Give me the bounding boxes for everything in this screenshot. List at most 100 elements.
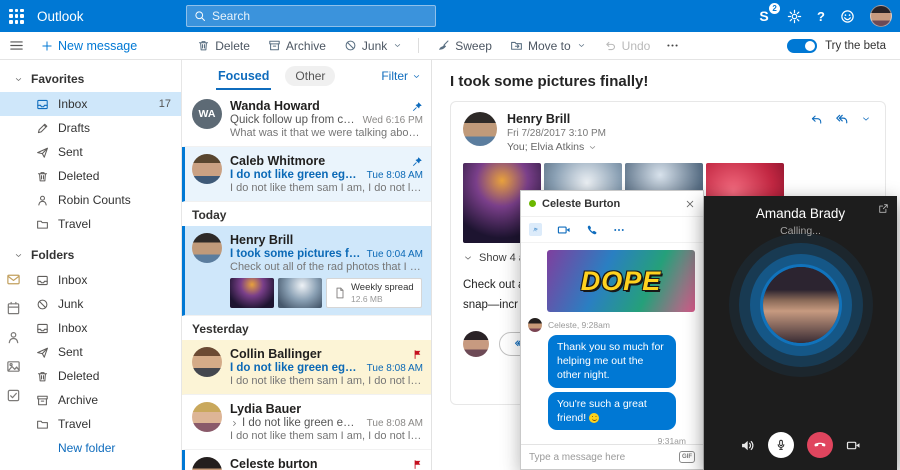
chevron-down-icon: [463, 253, 473, 263]
new-folder-button[interactable]: New folder: [0, 436, 181, 460]
folders-section-header[interactable]: Folders: [0, 236, 181, 268]
delete-button[interactable]: Delete: [197, 39, 250, 53]
sidebar-item-robin-counts[interactable]: Robin Counts: [0, 188, 181, 212]
pop-out-icon[interactable]: [878, 203, 889, 214]
brand-title: Outlook: [37, 9, 84, 24]
phone-hangup-icon: [812, 437, 829, 454]
more-options-icon[interactable]: [613, 224, 625, 236]
add-person-icon[interactable]: [529, 223, 542, 236]
message-list-pane: Focused Other Filter WA Wanda Howard Qui…: [182, 60, 432, 470]
message-row-lydia-bauer[interactable]: Lydia Bauer I do not like green eggs and…: [182, 395, 431, 450]
beta-toggle[interactable]: [787, 39, 817, 53]
chevron-down-icon: [14, 251, 23, 260]
sidebar-folder-sent[interactable]: Sent: [0, 340, 181, 364]
sidebar-folder-deleted[interactable]: Deleted: [0, 364, 181, 388]
search-input[interactable]: [212, 9, 428, 23]
unread-count: 17: [159, 98, 171, 110]
skype-icon[interactable]: S2: [756, 8, 772, 24]
sidebar-folder-junk[interactable]: Junk: [0, 292, 181, 316]
trash-icon: [197, 39, 210, 52]
flag-icon[interactable]: [412, 459, 423, 470]
message-time: Tue 8:08 AM: [367, 170, 423, 181]
new-message-button[interactable]: New message: [41, 39, 137, 53]
message-sender: Celeste burton: [230, 457, 412, 470]
camera-icon[interactable]: [846, 438, 861, 453]
message-sender: Henry Brill: [230, 233, 423, 247]
chevron-down-icon[interactable]: [861, 114, 871, 124]
smile-emoji-icon: [589, 413, 599, 423]
sidebar-folder-travel[interactable]: Travel: [0, 412, 181, 436]
archive-icon: [268, 39, 281, 52]
close-icon[interactable]: [685, 199, 695, 209]
attachment-file-card[interactable]: Weekly spread 12.6 MB: [326, 278, 422, 308]
search-bar[interactable]: [186, 5, 436, 27]
message-row-collin-ballinger[interactable]: Collin Ballinger I do not like green egg…: [182, 340, 431, 395]
sent-icon: [36, 146, 49, 159]
reply-all-icon[interactable]: [835, 112, 849, 126]
mute-mic-button[interactable]: [768, 432, 794, 458]
sidebar-item-deleted[interactable]: Deleted: [0, 164, 181, 188]
message-sender: Henry Brill: [507, 112, 810, 126]
drafts-icon: [36, 122, 49, 135]
user-avatar[interactable]: [870, 5, 892, 27]
thread-expand-icon[interactable]: [230, 419, 239, 428]
message-preview: I do not like them sam I am, I do not li…: [230, 375, 423, 387]
message-row-wanda-howard[interactable]: WA Wanda Howard Quick follow up from cha…: [182, 92, 431, 147]
sidebar-item-inbox[interactable]: Inbox 17: [0, 92, 181, 116]
hang-up-button[interactable]: [807, 432, 833, 458]
video-call-icon[interactable]: [557, 223, 571, 237]
junk-button[interactable]: Junk: [344, 39, 402, 53]
tasks-module-icon[interactable]: [6, 388, 21, 403]
people-module-icon[interactable]: [6, 330, 21, 345]
sidebar-item-travel[interactable]: Travel: [0, 212, 181, 236]
sidebar-folder-inbox[interactable]: Inbox: [0, 268, 181, 292]
attachment-strip: Weekly spread 12.6 MB: [230, 278, 423, 308]
avatar: [192, 233, 222, 263]
move-to-button[interactable]: Move to: [510, 39, 586, 53]
chevron-down-icon[interactable]: [588, 143, 597, 152]
trash-icon: [36, 370, 49, 383]
sweep-button[interactable]: Sweep: [437, 39, 492, 53]
help-icon[interactable]: ?: [817, 9, 825, 24]
feedback-smiley-icon[interactable]: [840, 9, 855, 24]
message-subject: I do not like green eggs and: [230, 169, 361, 181]
search-icon: [194, 10, 206, 22]
gif-picker-icon[interactable]: GIF: [679, 451, 695, 463]
gear-icon[interactable]: [787, 9, 802, 24]
plus-icon: [41, 40, 53, 52]
filter-button[interactable]: Filter: [381, 69, 421, 83]
photos-module-icon[interactable]: [6, 359, 21, 374]
speaker-icon[interactable]: [740, 438, 755, 453]
chat-message-input[interactable]: [529, 452, 673, 463]
tab-focused[interactable]: Focused: [216, 63, 271, 90]
call-status: Calling...: [704, 225, 897, 237]
inbox-icon: [36, 322, 49, 335]
archive-button[interactable]: Archive: [268, 39, 326, 53]
sidebar-item-sent[interactable]: Sent: [0, 140, 181, 164]
chevron-down-icon: [393, 41, 402, 50]
sidebar-folder-archive[interactable]: Archive: [0, 388, 181, 412]
mail-module-icon[interactable]: [6, 272, 21, 287]
app-launcher-icon[interactable]: [9, 9, 24, 24]
sidebar-item-drafts[interactable]: Drafts: [0, 116, 181, 140]
message-row-henry-brill[interactable]: Henry Brill I took some pictures finally…: [182, 226, 431, 316]
attachment-photo-thumb[interactable]: [230, 278, 274, 308]
more-actions-icon[interactable]: [666, 39, 679, 52]
sidebar-folder-inbox-2[interactable]: Inbox: [0, 316, 181, 340]
shared-image[interactable]: DOPE: [547, 250, 695, 312]
message-row-celeste-burton[interactable]: Celeste burton: [182, 450, 431, 470]
reply-icon[interactable]: [810, 113, 823, 126]
calendar-module-icon[interactable]: [6, 301, 21, 316]
chat-header[interactable]: Celeste Burton: [521, 191, 703, 217]
person-icon: [36, 194, 49, 207]
outlook-window: Outlook S2 ? New message Delete Archive: [0, 0, 900, 470]
hamburger-icon[interactable]: [9, 38, 24, 53]
command-toolbar: New message Delete Archive Junk Sweep Mo…: [0, 32, 900, 60]
tab-other[interactable]: Other: [285, 66, 335, 86]
voice-call-icon[interactable]: [586, 224, 598, 236]
favorites-section-header[interactable]: Favorites: [0, 60, 181, 92]
avatar: [192, 402, 222, 432]
flag-icon[interactable]: [412, 349, 423, 360]
attachment-photo-thumb[interactable]: [278, 278, 322, 308]
message-row-caleb-whitmore[interactable]: Caleb Whitmore I do not like green eggs …: [182, 147, 431, 202]
